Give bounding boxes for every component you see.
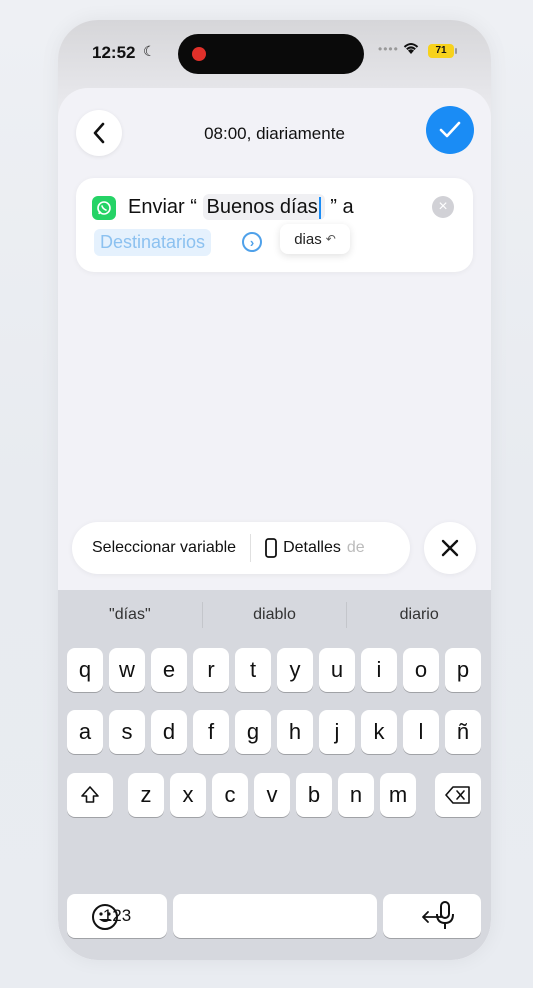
key-t[interactable]: t bbox=[235, 648, 271, 692]
close-toolbar-button[interactable] bbox=[424, 522, 476, 574]
wifi-icon bbox=[403, 43, 419, 54]
key-k[interactable]: k bbox=[361, 710, 397, 754]
key-e[interactable]: e bbox=[151, 648, 187, 692]
quote-open: “ bbox=[190, 196, 197, 218]
microphone-icon[interactable] bbox=[435, 900, 455, 932]
recipients-token[interactable]: Destinatarios bbox=[94, 229, 212, 256]
shift-icon bbox=[81, 786, 99, 803]
checkmark-icon bbox=[439, 121, 461, 138]
close-icon bbox=[441, 539, 459, 557]
phone-screen: 12:52 ☾ •••• 71 08:00, diariamente Envia… bbox=[58, 20, 491, 960]
close-icon: × bbox=[438, 198, 448, 215]
key-x[interactable]: x bbox=[170, 773, 206, 817]
details-label-fade: de bbox=[346, 539, 365, 556]
message-text-field[interactable]: Buenos días bbox=[202, 194, 325, 220]
key-y[interactable]: y bbox=[277, 648, 313, 692]
action-verb: Enviar bbox=[128, 196, 185, 218]
dynamic-island bbox=[178, 34, 364, 74]
key-o[interactable]: o bbox=[403, 648, 439, 692]
key-q[interactable]: q bbox=[67, 648, 103, 692]
key-z[interactable]: z bbox=[128, 773, 164, 817]
message-text-value: Buenos días bbox=[206, 196, 318, 218]
predictive-bar: "días" diablo diario bbox=[58, 590, 491, 640]
key-ntilde[interactable]: ñ bbox=[445, 710, 481, 754]
key-m[interactable]: m bbox=[380, 773, 416, 817]
key-b[interactable]: b bbox=[296, 773, 332, 817]
key-j[interactable]: j bbox=[319, 710, 355, 754]
select-variable-button[interactable]: Seleccionar variable bbox=[72, 539, 236, 557]
key-c[interactable]: c bbox=[212, 773, 248, 817]
details-label: Detalles bbox=[283, 539, 341, 556]
key-s[interactable]: s bbox=[109, 710, 145, 754]
text-cursor bbox=[318, 196, 321, 219]
status-time: 12:52 bbox=[92, 43, 136, 62]
autocorrect-suggestion[interactable]: dias ↶ bbox=[280, 224, 350, 254]
key-n[interactable]: n bbox=[338, 773, 374, 817]
prediction-3[interactable]: diario bbox=[347, 606, 491, 624]
cellular-signal-icon: •••• bbox=[378, 42, 399, 56]
undo-icon: ↶ bbox=[325, 232, 336, 246]
recording-indicator-icon bbox=[192, 47, 206, 61]
autocorrect-suggestion-text: dias bbox=[294, 230, 322, 248]
keyboard-bottom-bar bbox=[58, 898, 491, 938]
prediction-2[interactable]: diablo bbox=[203, 606, 347, 624]
quote-close: ” a bbox=[330, 196, 354, 218]
device-details-button[interactable]: Detalles de bbox=[265, 538, 365, 558]
shift-key[interactable] bbox=[67, 773, 113, 817]
whatsapp-icon bbox=[92, 196, 116, 220]
clear-button[interactable]: × bbox=[432, 196, 454, 218]
key-d[interactable]: d bbox=[151, 710, 187, 754]
key-r[interactable]: r bbox=[193, 648, 229, 692]
focus-moon-icon: ☾ bbox=[143, 43, 156, 59]
key-p[interactable]: p bbox=[445, 648, 481, 692]
key-i[interactable]: i bbox=[361, 648, 397, 692]
battery-cap bbox=[455, 48, 457, 54]
automation-sheet: 08:00, diariamente Enviar “ Buenos días … bbox=[58, 88, 491, 960]
variable-toolbar: Seleccionar variable Detalles de bbox=[72, 522, 410, 574]
chevron-right-circle-icon[interactable]: › bbox=[242, 232, 262, 252]
delete-key[interactable] bbox=[435, 773, 481, 817]
done-button[interactable] bbox=[426, 106, 474, 154]
key-v[interactable]: v bbox=[254, 773, 290, 817]
backspace-icon bbox=[445, 786, 470, 804]
key-f[interactable]: f bbox=[193, 710, 229, 754]
key-u[interactable]: u bbox=[319, 648, 355, 692]
emoji-icon[interactable] bbox=[90, 902, 120, 932]
key-g[interactable]: g bbox=[235, 710, 271, 754]
action-card: Enviar “ Buenos días ” a × Destinatarios… bbox=[76, 178, 473, 272]
prediction-1[interactable]: "días" bbox=[58, 606, 202, 624]
phone-icon bbox=[265, 538, 277, 558]
key-w[interactable]: w bbox=[109, 648, 145, 692]
key-h[interactable]: h bbox=[277, 710, 313, 754]
key-a[interactable]: a bbox=[67, 710, 103, 754]
action-sentence: Enviar “ Buenos días ” a bbox=[128, 194, 354, 220]
toolbar-divider bbox=[250, 534, 252, 562]
battery-icon: 71 bbox=[428, 44, 454, 58]
key-l[interactable]: l bbox=[403, 710, 439, 754]
